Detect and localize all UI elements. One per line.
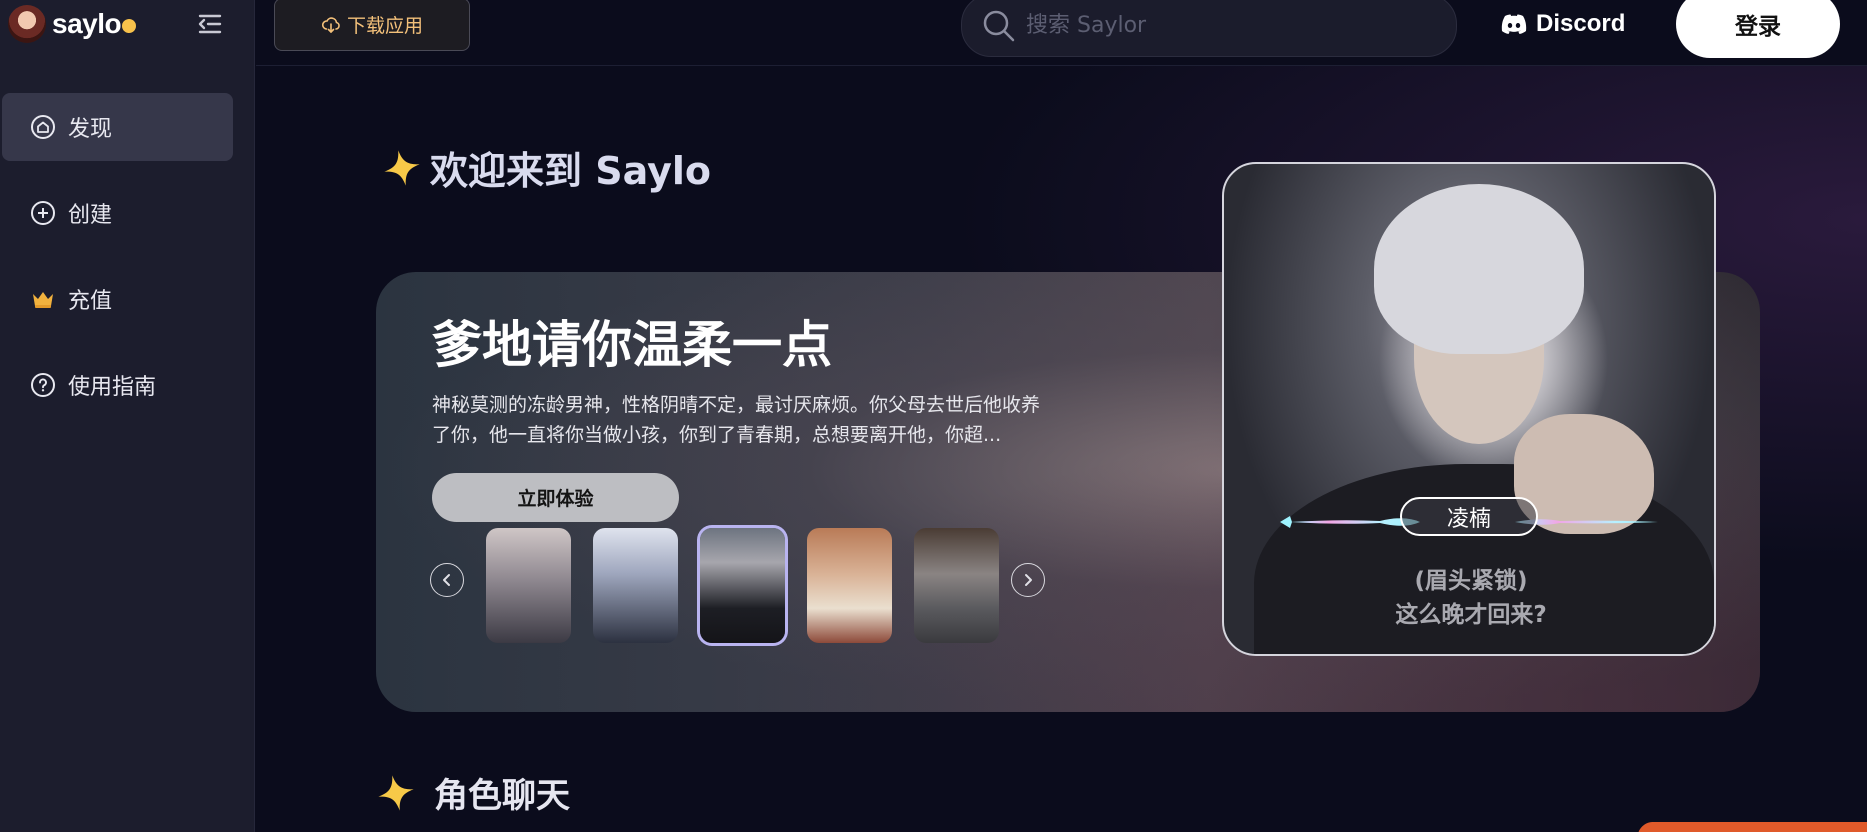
search-box[interactable] [961,0,1457,57]
sidebar: saylo 发现 创建 充值 使用指南 [0,0,255,832]
character-portrait-hair [1374,184,1584,354]
discord-link[interactable]: Discord [1500,6,1625,42]
sparkle-star-icon [378,774,414,811]
section-heading: 角色聊天 [376,768,570,817]
sidebar-item-guide[interactable]: 使用指南 [2,351,233,419]
brand-name: saylo [52,8,137,40]
search-icon [983,10,1015,41]
welcome-title: 欢迎来到 Saylo [430,149,711,193]
brand-logo[interactable]: saylo [8,4,137,44]
top-bar: 下载应用 Discord 登录 [256,0,1867,66]
sidebar-item-create[interactable]: 创建 [2,179,233,247]
section-title-text: 角色聊天 [434,776,570,816]
character-name: 凌楠 [1446,506,1491,532]
help-circle-icon [30,372,56,398]
download-app-label: 下载应用 [346,15,423,37]
cloud-download-icon [321,16,340,33]
sparkle-star-icon [384,149,420,186]
brand-dot-icon [122,18,137,33]
sidebar-item-discover[interactable]: 发现 [2,93,233,161]
collapse-sidebar-button[interactable] [196,11,224,37]
sidebar-nav: 发现 创建 充值 使用指南 [2,93,233,437]
carousel-prev-button[interactable] [430,563,464,597]
discord-icon [1501,14,1527,34]
try-now-label: 立即体验 [517,488,594,510]
chevron-left-icon [443,574,450,586]
partial-card-edge [1637,822,1867,832]
sidebar-item-label: 创建 [68,203,113,228]
collapse-menu-icon [198,14,222,34]
sidebar-item-label: 充值 [68,289,113,314]
login-button[interactable]: 登录 [1676,0,1840,58]
sidebar-item-label: 使用指南 [68,375,157,400]
chevron-right-icon [1025,574,1032,586]
character-thumbnail-4[interactable] [807,528,892,643]
sidebar-item-recharge[interactable]: 充值 [2,265,233,333]
character-name-tag: 凌楠 [1400,497,1538,536]
discord-label: Discord [1536,10,1626,37]
logo-avatar-icon [8,5,46,43]
character-thumbnail-1[interactable] [486,528,571,643]
try-now-button[interactable]: 立即体验 [432,473,679,522]
sidebar-item-label: 发现 [68,117,113,142]
featured-description: 神秘莫测的冻龄男神，性格阴晴不定，最讨厌麻烦。你父母去世后他收养了你，他一直将你… [432,394,1041,446]
download-app-button[interactable]: 下载应用 [274,0,470,51]
featured-title: 爹地请你温柔一点 [432,316,832,374]
plus-circle-icon [30,200,56,226]
character-thumbnail-2[interactable] [593,528,678,643]
search-input[interactable] [1026,13,1356,38]
character-dialogue: (眉头紧锁) 这么晚才回来? [1224,564,1714,632]
character-thumbnail-3[interactable] [700,528,785,643]
welcome-heading: 欢迎来到 Saylo [382,140,711,195]
home-icon [30,114,56,140]
character-card[interactable]: 凌楠 (眉头紧锁) 这么晚才回来? [1222,162,1716,656]
dialogue-line-2: 这么晚才回来? [1395,602,1547,628]
dialogue-line-1: (眉头紧锁) [1414,568,1528,594]
login-label: 登录 [1735,14,1781,40]
character-thumbnail-5[interactable] [914,528,999,643]
carousel-next-button[interactable] [1011,563,1045,597]
crown-icon [30,286,56,312]
